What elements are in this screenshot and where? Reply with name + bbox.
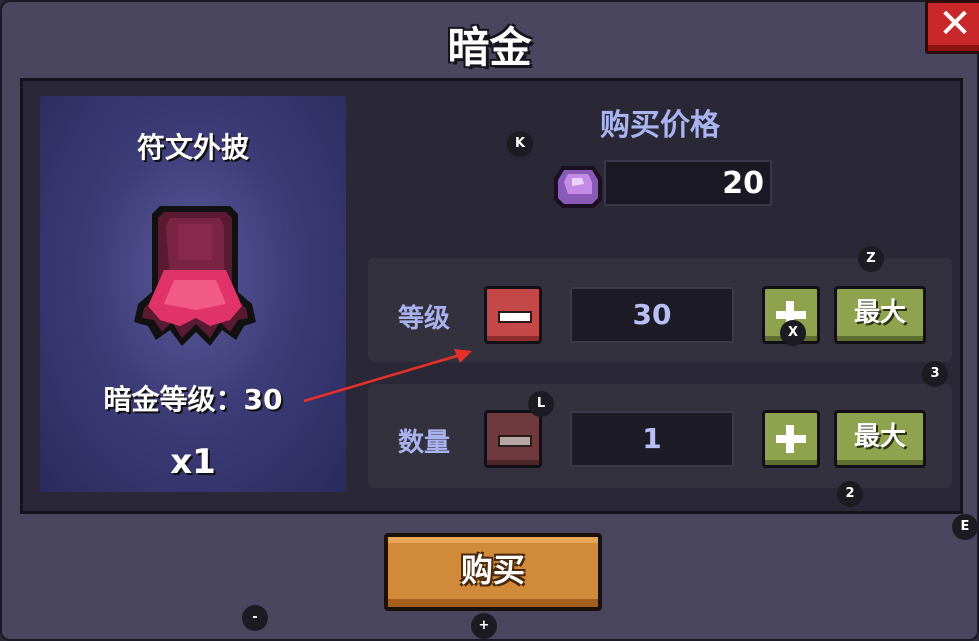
level-value: 30 <box>570 287 734 343</box>
hotkey-hint-z[interactable]: Z <box>858 246 884 272</box>
hotkey-hint-x[interactable]: X <box>780 320 806 346</box>
hotkey-hint-k[interactable]: K <box>507 131 533 157</box>
annotation-arrow-icon <box>303 349 472 403</box>
minus-icon <box>498 435 532 447</box>
hotkey-hint-e[interactable]: E <box>952 514 978 540</box>
item-name: 符文外披 <box>136 131 249 164</box>
close-icon: ✕ <box>938 1 972 47</box>
quantity-max-button[interactable]: 最大 <box>834 410 926 468</box>
hotkey-hint-minus[interactable]: - <box>242 605 268 631</box>
dialog-title: 暗金 <box>447 23 532 72</box>
cloak-icon <box>134 206 256 346</box>
close-button[interactable]: ✕ <box>925 0 979 54</box>
item-quantity-text: x1 <box>170 442 216 482</box>
buy-button[interactable]: 购买 <box>384 533 602 611</box>
level-decrease-button[interactable] <box>484 286 542 344</box>
minus-icon <box>498 311 532 323</box>
level-label: 等级 <box>398 304 451 334</box>
quantity-label: 数量 <box>398 428 451 458</box>
crystal-currency-icon <box>554 166 602 208</box>
quantity-value: 1 <box>570 411 734 467</box>
hotkey-hint-3[interactable]: 3 <box>922 361 948 387</box>
hotkey-hint-2[interactable]: 2 <box>837 481 863 507</box>
level-max-button[interactable]: 最大 <box>834 286 926 344</box>
quantity-decrease-button[interactable] <box>484 410 542 468</box>
price-value: 20 <box>604 160 772 206</box>
hotkey-hint-plus[interactable]: + <box>471 613 497 639</box>
price-label: 购买价格 <box>600 108 720 143</box>
hotkey-hint-l[interactable]: L <box>528 391 554 417</box>
quantity-increase-button[interactable] <box>762 410 820 468</box>
plus-icon <box>786 425 794 453</box>
